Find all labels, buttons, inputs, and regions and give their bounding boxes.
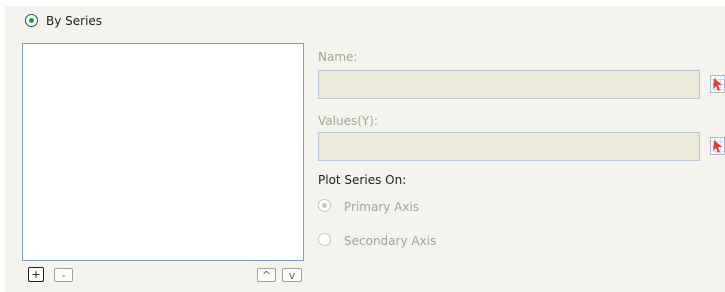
primary-axis-label: Primary Axis — [344, 200, 420, 214]
series-list[interactable] — [22, 43, 304, 261]
values-field[interactable] — [318, 132, 700, 161]
values-label: Values(Y): — [318, 114, 378, 128]
secondary-axis-label: Secondary Axis — [344, 234, 437, 248]
move-series-down-button[interactable]: v — [282, 268, 302, 282]
move-series-up-button[interactable]: ^ — [257, 268, 276, 282]
by-series-radio[interactable] — [25, 14, 38, 27]
name-label: Name: — [318, 50, 358, 64]
secondary-axis-radio[interactable] — [318, 233, 331, 246]
primary-axis-selected-icon — [322, 203, 327, 208]
primary-axis-radio[interactable] — [318, 199, 331, 212]
remove-series-button[interactable]: - — [54, 268, 73, 282]
add-series-button[interactable]: + — [28, 267, 44, 282]
by-series-label: By Series — [46, 14, 103, 28]
values-reference-icon[interactable] — [710, 137, 725, 155]
name-field[interactable] — [318, 70, 700, 99]
radio-selected-icon — [29, 18, 34, 23]
name-reference-icon[interactable] — [710, 75, 725, 93]
plot-series-on-label: Plot Series On: — [318, 173, 407, 187]
